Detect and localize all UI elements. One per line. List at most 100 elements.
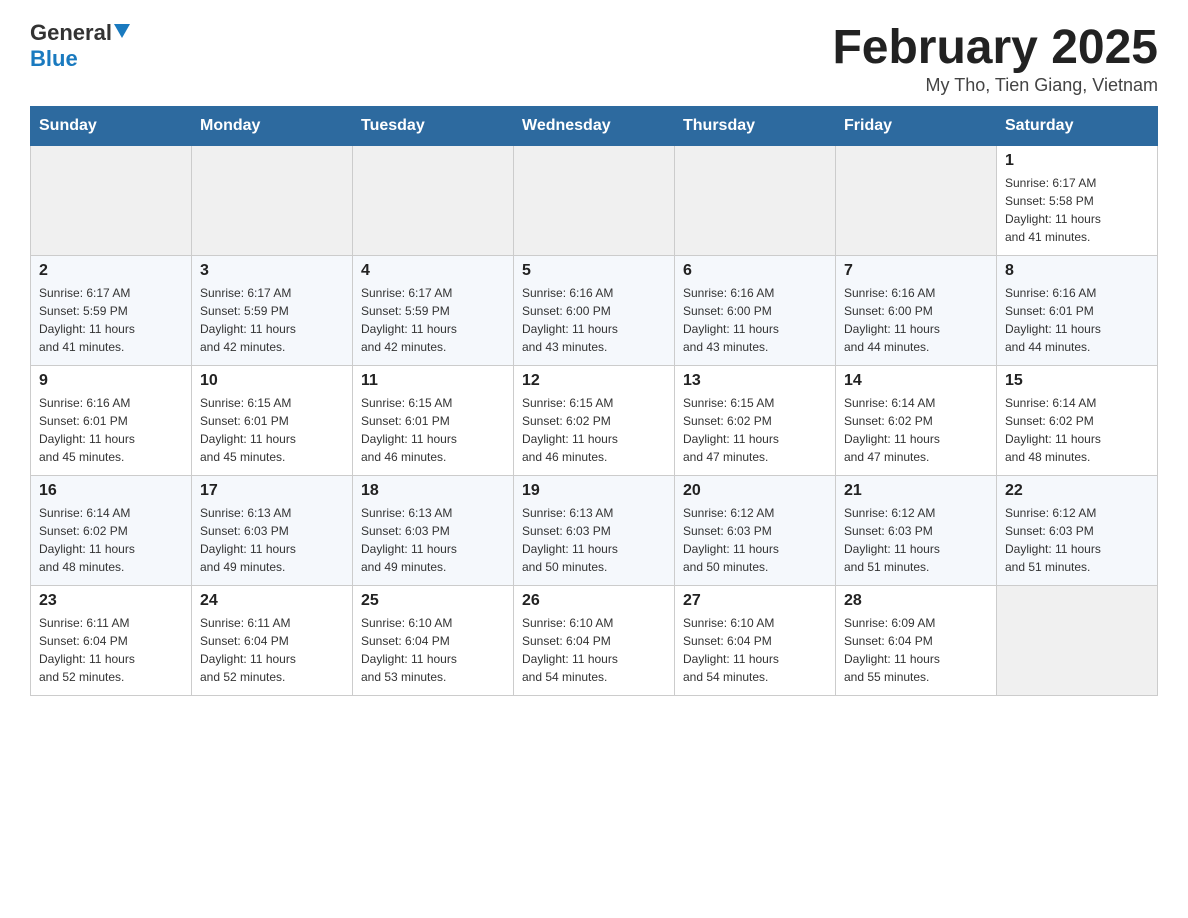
page-header: General Blue February 2025 My Tho, Tien …: [30, 20, 1158, 96]
calendar-cell: [514, 146, 675, 256]
calendar-cell: 4 Sunrise: 6:17 AM Sunset: 5:59 PM Daylig…: [353, 256, 514, 366]
day-info: Sunrise: 6:15 AM Sunset: 6:01 PM Dayligh…: [361, 394, 505, 466]
calendar-header-tuesday: Tuesday: [353, 107, 514, 146]
day-number: 20: [683, 482, 827, 500]
calendar-cell: [675, 146, 836, 256]
location-text: My Tho, Tien Giang, Vietnam: [832, 75, 1158, 96]
calendar-cell: 2 Sunrise: 6:17 AM Sunset: 5:59 PM Daylig…: [31, 256, 192, 366]
day-info: Sunrise: 6:10 AM Sunset: 6:04 PM Dayligh…: [361, 614, 505, 686]
day-number: 21: [844, 482, 988, 500]
day-number: 17: [200, 482, 344, 500]
day-number: 24: [200, 592, 344, 610]
day-info: Sunrise: 6:17 AM Sunset: 5:59 PM Dayligh…: [39, 284, 183, 356]
day-number: 10: [200, 372, 344, 390]
calendar-week-3: 9 Sunrise: 6:16 AM Sunset: 6:01 PM Daylig…: [31, 366, 1158, 476]
day-number: 7: [844, 262, 988, 280]
day-info: Sunrise: 6:14 AM Sunset: 6:02 PM Dayligh…: [1005, 394, 1149, 466]
calendar-cell: 18 Sunrise: 6:13 AM Sunset: 6:03 PM Dayli…: [353, 476, 514, 586]
calendar-header-sunday: Sunday: [31, 107, 192, 146]
day-number: 22: [1005, 482, 1149, 500]
calendar-week-5: 23 Sunrise: 6:11 AM Sunset: 6:04 PM Dayli…: [31, 586, 1158, 696]
calendar-cell: 8 Sunrise: 6:16 AM Sunset: 6:01 PM Daylig…: [997, 256, 1158, 366]
day-info: Sunrise: 6:16 AM Sunset: 6:00 PM Dayligh…: [522, 284, 666, 356]
logo-blue-text: Blue: [30, 46, 78, 71]
calendar-cell: [31, 146, 192, 256]
day-number: 8: [1005, 262, 1149, 280]
day-number: 4: [361, 262, 505, 280]
day-info: Sunrise: 6:14 AM Sunset: 6:02 PM Dayligh…: [39, 504, 183, 576]
day-number: 26: [522, 592, 666, 610]
calendar-cell: 7 Sunrise: 6:16 AM Sunset: 6:00 PM Daylig…: [836, 256, 997, 366]
day-number: 13: [683, 372, 827, 390]
day-info: Sunrise: 6:10 AM Sunset: 6:04 PM Dayligh…: [683, 614, 827, 686]
calendar-cell: 6 Sunrise: 6:16 AM Sunset: 6:00 PM Daylig…: [675, 256, 836, 366]
calendar-cell: 16 Sunrise: 6:14 AM Sunset: 6:02 PM Dayli…: [31, 476, 192, 586]
day-number: 14: [844, 372, 988, 390]
day-number: 23: [39, 592, 183, 610]
day-number: 1: [1005, 152, 1149, 170]
day-info: Sunrise: 6:16 AM Sunset: 6:00 PM Dayligh…: [844, 284, 988, 356]
day-number: 12: [522, 372, 666, 390]
day-info: Sunrise: 6:11 AM Sunset: 6:04 PM Dayligh…: [200, 614, 344, 686]
day-info: Sunrise: 6:12 AM Sunset: 6:03 PM Dayligh…: [844, 504, 988, 576]
calendar-cell: 19Sunrise: 6:13 AM Sunset: 6:03 PM Dayli…: [514, 476, 675, 586]
day-info: Sunrise: 6:16 AM Sunset: 6:01 PM Dayligh…: [39, 394, 183, 466]
calendar-header-thursday: Thursday: [675, 107, 836, 146]
day-info: Sunrise: 6:13 AM Sunset: 6:03 PM Dayligh…: [522, 504, 666, 576]
calendar-cell: 20 Sunrise: 6:12 AM Sunset: 6:03 PM Dayli…: [675, 476, 836, 586]
calendar-cell: 21 Sunrise: 6:12 AM Sunset: 6:03 PM Dayli…: [836, 476, 997, 586]
day-number: 15: [1005, 372, 1149, 390]
calendar-cell: 5 Sunrise: 6:16 AM Sunset: 6:00 PM Daylig…: [514, 256, 675, 366]
calendar-week-4: 16 Sunrise: 6:14 AM Sunset: 6:02 PM Dayli…: [31, 476, 1158, 586]
day-info: Sunrise: 6:09 AM Sunset: 6:04 PM Dayligh…: [844, 614, 988, 686]
day-number: 6: [683, 262, 827, 280]
calendar-cell: 9 Sunrise: 6:16 AM Sunset: 6:01 PM Daylig…: [31, 366, 192, 476]
calendar-cell: [353, 146, 514, 256]
day-number: 3: [200, 262, 344, 280]
day-info: Sunrise: 6:10 AM Sunset: 6:04 PM Dayligh…: [522, 614, 666, 686]
calendar-cell: 11 Sunrise: 6:15 AM Sunset: 6:01 PM Dayli…: [353, 366, 514, 476]
day-info: Sunrise: 6:15 AM Sunset: 6:01 PM Dayligh…: [200, 394, 344, 466]
day-info: Sunrise: 6:14 AM Sunset: 6:02 PM Dayligh…: [844, 394, 988, 466]
calendar-cell: [836, 146, 997, 256]
day-info: Sunrise: 6:17 AM Sunset: 5:59 PM Dayligh…: [361, 284, 505, 356]
calendar-table: SundayMondayTuesdayWednesdayThursdayFrid…: [30, 106, 1158, 696]
calendar-cell: 25Sunrise: 6:10 AM Sunset: 6:04 PM Dayli…: [353, 586, 514, 696]
logo: General Blue: [30, 20, 130, 72]
logo-triangle-icon: [114, 24, 130, 38]
day-info: Sunrise: 6:16 AM Sunset: 6:00 PM Dayligh…: [683, 284, 827, 356]
calendar-cell: 27 Sunrise: 6:10 AM Sunset: 6:04 PM Dayli…: [675, 586, 836, 696]
day-number: 9: [39, 372, 183, 390]
calendar-cell: 3 Sunrise: 6:17 AM Sunset: 5:59 PM Daylig…: [192, 256, 353, 366]
calendar-header-friday: Friday: [836, 107, 997, 146]
day-info: Sunrise: 6:13 AM Sunset: 6:03 PM Dayligh…: [200, 504, 344, 576]
calendar-cell: 22Sunrise: 6:12 AM Sunset: 6:03 PM Dayli…: [997, 476, 1158, 586]
day-number: 18: [361, 482, 505, 500]
calendar-header-row: SundayMondayTuesdayWednesdayThursdayFrid…: [31, 107, 1158, 146]
day-info: Sunrise: 6:15 AM Sunset: 6:02 PM Dayligh…: [522, 394, 666, 466]
day-info: Sunrise: 6:13 AM Sunset: 6:03 PM Dayligh…: [361, 504, 505, 576]
day-number: 11: [361, 372, 505, 390]
calendar-cell: 13Sunrise: 6:15 AM Sunset: 6:02 PM Dayli…: [675, 366, 836, 476]
calendar-cell: 14 Sunrise: 6:14 AM Sunset: 6:02 PM Dayli…: [836, 366, 997, 476]
calendar-cell: 26 Sunrise: 6:10 AM Sunset: 6:04 PM Dayli…: [514, 586, 675, 696]
day-number: 2: [39, 262, 183, 280]
calendar-cell: [997, 586, 1158, 696]
calendar-cell: 28Sunrise: 6:09 AM Sunset: 6:04 PM Dayli…: [836, 586, 997, 696]
calendar-header-wednesday: Wednesday: [514, 107, 675, 146]
calendar-header-monday: Monday: [192, 107, 353, 146]
day-number: 27: [683, 592, 827, 610]
day-info: Sunrise: 6:12 AM Sunset: 6:03 PM Dayligh…: [683, 504, 827, 576]
day-info: Sunrise: 6:11 AM Sunset: 6:04 PM Dayligh…: [39, 614, 183, 686]
calendar-cell: 17 Sunrise: 6:13 AM Sunset: 6:03 PM Dayli…: [192, 476, 353, 586]
calendar-cell: 24 Sunrise: 6:11 AM Sunset: 6:04 PM Dayli…: [192, 586, 353, 696]
calendar-week-1: 1 Sunrise: 6:17 AM Sunset: 5:58 PM Daylig…: [31, 146, 1158, 256]
day-number: 16: [39, 482, 183, 500]
day-info: Sunrise: 6:17 AM Sunset: 5:58 PM Dayligh…: [1005, 174, 1149, 246]
day-info: Sunrise: 6:16 AM Sunset: 6:01 PM Dayligh…: [1005, 284, 1149, 356]
day-info: Sunrise: 6:17 AM Sunset: 5:59 PM Dayligh…: [200, 284, 344, 356]
day-number: 5: [522, 262, 666, 280]
calendar-header-saturday: Saturday: [997, 107, 1158, 146]
calendar-cell: 12 Sunrise: 6:15 AM Sunset: 6:02 PM Dayli…: [514, 366, 675, 476]
month-title: February 2025: [832, 20, 1158, 75]
